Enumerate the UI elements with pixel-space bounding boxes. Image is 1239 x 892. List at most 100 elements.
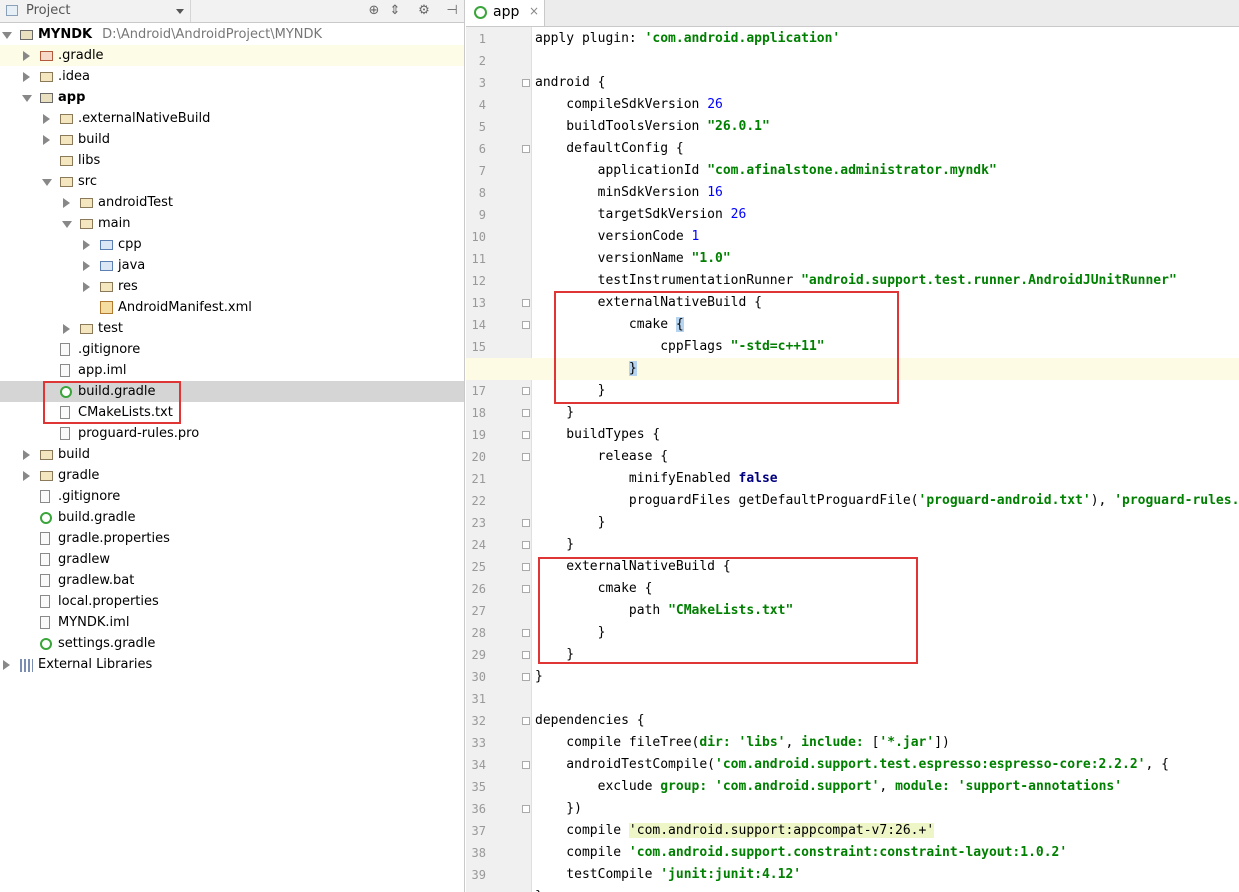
code-line[interactable]: androidTestCompile('com.android.support.…	[535, 754, 1169, 776]
tree-item[interactable]: proguard-rules.pro	[0, 423, 464, 444]
code-line[interactable]: cmake {	[535, 314, 684, 336]
tree-item[interactable]: androidTest	[0, 192, 464, 213]
target-icon[interactable]: ⊕	[366, 3, 382, 19]
tree-item[interactable]: java	[0, 255, 464, 276]
tree-item[interactable]: CMakeLists.txt	[0, 402, 464, 423]
close-icon[interactable]: ×	[529, 4, 539, 18]
chevron-right-icon[interactable]	[83, 240, 90, 250]
fold-marker-icon[interactable]	[522, 299, 530, 307]
tree-item[interactable]: .gradle	[0, 45, 464, 66]
tree-item[interactable]: res	[0, 276, 464, 297]
code-line[interactable]: compile 'com.android.support.constraint:…	[535, 842, 1067, 864]
code-line[interactable]: }	[535, 534, 574, 556]
code-line[interactable]: compileSdkVersion 26	[535, 94, 723, 116]
tree-item[interactable]: build	[0, 129, 464, 150]
code-line[interactable]: versionName "1.0"	[535, 248, 731, 270]
code-line[interactable]: android {	[535, 72, 605, 94]
tree-item[interactable]: MYNDK D:\Android\AndroidProject\MYNDK	[0, 24, 464, 45]
code-line[interactable]: proguardFiles getDefaultProguardFile('pr…	[535, 490, 1239, 512]
code-line[interactable]: applicationId "com.afinalstone.administr…	[535, 160, 997, 182]
tree-item[interactable]: app.iml	[0, 360, 464, 381]
tree-item[interactable]: gradle.properties	[0, 528, 464, 549]
code-line[interactable]: buildTypes {	[535, 424, 660, 446]
tree-item[interactable]: libs	[0, 150, 464, 171]
code-line[interactable]: defaultConfig {	[535, 138, 683, 160]
code-line[interactable]: targetSdkVersion 26	[535, 204, 747, 226]
chevron-right-icon[interactable]	[23, 72, 30, 82]
tree-item[interactable]: AndroidManifest.xml	[0, 297, 464, 318]
tree-item[interactable]: gradlew.bat	[0, 570, 464, 591]
gear-icon[interactable]: ⚙	[416, 3, 432, 19]
code-line[interactable]: cppFlags "-std=c++11"	[535, 336, 824, 358]
code-line[interactable]: minSdkVersion 16	[535, 182, 723, 204]
fold-marker-icon[interactable]	[522, 805, 530, 813]
tree-item[interactable]: settings.gradle	[0, 633, 464, 654]
tree-item[interactable]: test	[0, 318, 464, 339]
tab-app[interactable]: app ×	[466, 0, 545, 26]
chevron-right-icon[interactable]	[43, 135, 50, 145]
code-line[interactable]: cmake {	[535, 578, 653, 600]
code-line[interactable]: externalNativeBuild {	[535, 556, 730, 578]
fold-marker-icon[interactable]	[522, 761, 530, 769]
tree-item[interactable]: .idea	[0, 66, 464, 87]
chevron-down-icon[interactable]	[176, 9, 184, 14]
fold-marker-icon[interactable]	[522, 585, 530, 593]
tree-item[interactable]: build.gradle	[0, 507, 464, 528]
fold-marker-icon[interactable]	[522, 519, 530, 527]
code-line[interactable]: versionCode 1	[535, 226, 700, 248]
chevron-right-icon[interactable]	[23, 450, 30, 460]
chevron-down-icon[interactable]	[22, 95, 32, 102]
fold-marker-icon[interactable]	[522, 563, 530, 571]
tree-item[interactable]: main	[0, 213, 464, 234]
collapse-icon[interactable]: ⇕	[387, 3, 403, 19]
chevron-right-icon[interactable]	[43, 114, 50, 124]
code-line[interactable]: testInstrumentationRunner "android.suppo…	[535, 270, 1177, 292]
code-line[interactable]: release {	[535, 446, 668, 468]
fold-marker-icon[interactable]	[522, 387, 530, 395]
code-line[interactable]: exclude group: 'com.android.support', mo…	[535, 776, 1122, 798]
tree-item[interactable]: .gitignore	[0, 486, 464, 507]
code-line[interactable]: }	[535, 666, 543, 688]
code-line[interactable]: }	[535, 512, 606, 534]
tree-item[interactable]: app	[0, 87, 464, 108]
hide-icon[interactable]: ⊣	[444, 3, 460, 19]
chevron-down-icon[interactable]	[62, 221, 72, 228]
code-line[interactable]: minifyEnabled false	[535, 468, 778, 490]
code-line[interactable]: compile fileTree(dir: 'libs', include: […	[535, 732, 950, 754]
fold-marker-icon[interactable]	[522, 321, 530, 329]
chevron-right-icon[interactable]	[23, 471, 30, 481]
chevron-right-icon[interactable]	[63, 198, 70, 208]
tree-item[interactable]: local.properties	[0, 591, 464, 612]
code-line[interactable]: apply plugin: 'com.android.application'	[535, 28, 840, 50]
tree-item[interactable]: .gitignore	[0, 339, 464, 360]
code-line[interactable]: compile 'com.android.support:appcompat-v…	[535, 820, 935, 842]
tree-item[interactable]: build	[0, 444, 464, 465]
project-view-selector[interactable]: Project	[0, 0, 191, 22]
fold-marker-icon[interactable]	[522, 453, 530, 461]
tree-item[interactable]: build.gradle	[0, 381, 464, 402]
tree-item[interactable]: MYNDK.iml	[0, 612, 464, 633]
chevron-right-icon[interactable]	[83, 261, 90, 271]
fold-marker-icon[interactable]	[522, 145, 530, 153]
code-line[interactable]: }	[535, 622, 606, 644]
chevron-down-icon[interactable]	[2, 32, 12, 39]
code-line[interactable]: }	[535, 358, 637, 380]
tree-item[interactable]: src	[0, 171, 464, 192]
fold-marker-icon[interactable]	[522, 651, 530, 659]
code-line[interactable]: }	[535, 402, 574, 424]
fold-marker-icon[interactable]	[522, 79, 530, 87]
tree-item[interactable]: cpp	[0, 234, 464, 255]
tree-item[interactable]: .externalNativeBuild	[0, 108, 464, 129]
fold-marker-icon[interactable]	[522, 673, 530, 681]
fold-marker-icon[interactable]	[522, 409, 530, 417]
code-line[interactable]: }	[535, 380, 606, 402]
code-line[interactable]: })	[535, 798, 582, 820]
fold-marker-icon[interactable]	[522, 541, 530, 549]
chevron-right-icon[interactable]	[83, 282, 90, 292]
code-line[interactable]: externalNativeBuild {	[535, 292, 762, 314]
fold-marker-icon[interactable]	[522, 629, 530, 637]
code-line[interactable]: }	[535, 886, 543, 892]
tree-item[interactable]: gradle	[0, 465, 464, 486]
chevron-right-icon[interactable]	[3, 660, 10, 670]
chevron-down-icon[interactable]	[42, 179, 52, 186]
